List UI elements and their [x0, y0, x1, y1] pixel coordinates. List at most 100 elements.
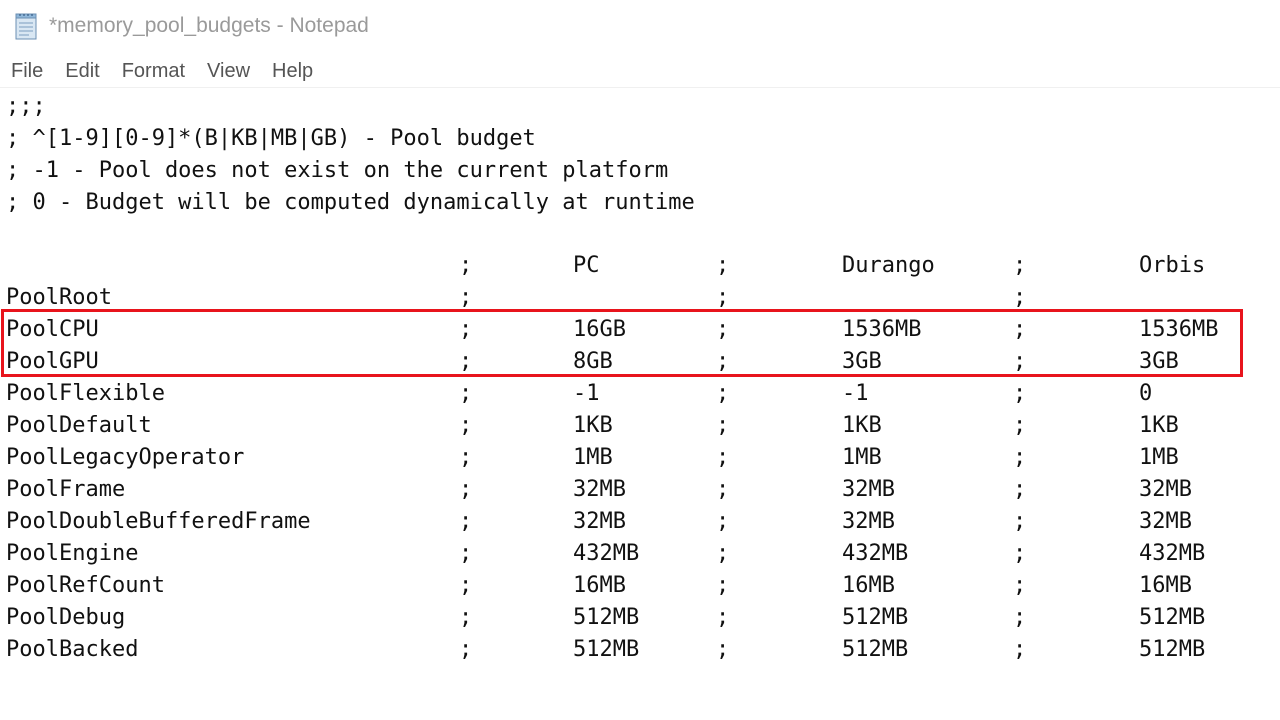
pool-name: PoolDefault: [6, 413, 152, 438]
table-row: PoolDoubleBufferedFrame; 32MB; 32MB; 32MB: [0, 506, 1280, 538]
pc-budget: 512MB: [573, 637, 640, 662]
pc-budget: 432MB: [573, 541, 640, 566]
durango-budget: 512MB: [842, 605, 909, 630]
separator: ;: [716, 637, 730, 662]
menu-view[interactable]: View: [196, 56, 261, 86]
separator: ;: [459, 253, 473, 278]
orbis-budget: 1MB: [1139, 445, 1179, 470]
pool-name: PoolRoot: [6, 285, 112, 310]
separator: ;: [716, 445, 730, 470]
menu-help[interactable]: Help: [261, 56, 324, 86]
table-row: PoolRefCount; 16MB; 16MB; 16MB: [0, 570, 1280, 602]
separator: ;: [716, 317, 730, 342]
separator: ;: [1013, 349, 1027, 374]
orbis-budget: 32MB: [1139, 477, 1192, 502]
orbis-budget: 0: [1139, 381, 1153, 406]
separator: ;: [459, 349, 473, 374]
orbis-budget: 1KB: [1139, 413, 1179, 438]
durango-budget: -1: [842, 381, 869, 406]
pool-name: PoolDoubleBufferedFrame: [6, 509, 311, 534]
separator: ;: [459, 477, 473, 502]
separator: ;: [1013, 605, 1027, 630]
notepad-icon: [15, 13, 37, 40]
orbis-budget: 512MB: [1139, 605, 1206, 630]
pc-budget: 32MB: [573, 477, 626, 502]
durango-budget: 3GB: [842, 349, 882, 374]
table-row: PoolFrame; 32MB; 32MB; 32MB: [0, 474, 1280, 506]
separator: ;: [1013, 413, 1027, 438]
durango-budget: 16MB: [842, 573, 895, 598]
pool-name: PoolRefCount: [6, 573, 165, 598]
separator: ;: [459, 509, 473, 534]
separator: ;: [459, 541, 473, 566]
separator: ;: [716, 477, 730, 502]
orbis-budget: 32MB: [1139, 509, 1192, 534]
header-durango: Durango: [842, 253, 935, 278]
separator: ;: [716, 573, 730, 598]
separator: ;: [1013, 445, 1027, 470]
table-row: PoolFlexible; -1; -1; 0: [0, 378, 1280, 410]
orbis-budget: 512MB: [1139, 637, 1206, 662]
separator: ;: [1013, 541, 1027, 566]
separator: ;: [459, 573, 473, 598]
separator: ;: [1013, 573, 1027, 598]
table-row: PoolLegacyOperator; 1MB; 1MB; 1MB: [0, 442, 1280, 474]
comment-line: ; 0 - Budget will be computed dynamicall…: [6, 190, 695, 215]
orbis-budget: 3GB: [1139, 349, 1179, 374]
pool-name: PoolFrame: [6, 477, 126, 502]
separator: ;: [716, 349, 730, 374]
table-row: PoolBacked; 512MB; 512MB; 512MB: [0, 634, 1280, 666]
menu-edit[interactable]: Edit: [54, 56, 110, 86]
separator: ;: [459, 637, 473, 662]
orbis-budget: 16MB: [1139, 573, 1192, 598]
separator: ;: [459, 285, 473, 310]
separator: ;: [1013, 253, 1027, 278]
menu-format[interactable]: Format: [111, 56, 196, 86]
comment-line: ; -1 - Pool does not exist on the curren…: [6, 158, 669, 183]
pc-budget: 16GB: [573, 317, 626, 342]
pc-budget: 16MB: [573, 573, 626, 598]
table-row: PoolCPU; 16GB; 1536MB; 1536MB: [0, 314, 1280, 346]
separator: ;: [459, 445, 473, 470]
separator: ;: [716, 285, 730, 310]
pool-name: PoolDebug: [6, 605, 126, 630]
separator: ;: [1013, 381, 1027, 406]
table-row: PoolGPU; 8GB; 3GB; 3GB: [0, 346, 1280, 378]
separator: ;: [459, 605, 473, 630]
durango-budget: 1536MB: [842, 317, 922, 342]
orbis-budget: 432MB: [1139, 541, 1206, 566]
pc-budget: -1: [573, 381, 600, 406]
durango-budget: 1KB: [842, 413, 882, 438]
header-orbis: Orbis: [1139, 253, 1206, 278]
comment-line: ; ^[1-9][0-9]*(B|KB|MB|GB) - Pool budget: [6, 126, 536, 151]
durango-budget: 512MB: [842, 637, 909, 662]
separator: ;: [1013, 317, 1027, 342]
separator: ;: [459, 317, 473, 342]
separator: ;: [716, 541, 730, 566]
separator: ;: [1013, 285, 1027, 310]
pool-name: PoolGPU: [6, 349, 99, 374]
window-title: *memory_pool_budgets - Notepad: [49, 14, 369, 37]
menu-bar: File Edit Format View Help: [0, 55, 1280, 88]
table-header-row: ; PC ; Durango ; Orbis: [0, 250, 1280, 282]
separator: ;: [716, 413, 730, 438]
menu-file[interactable]: File: [0, 56, 54, 86]
pc-budget: 8GB: [573, 349, 613, 374]
pool-name: PoolLegacyOperator: [6, 445, 245, 470]
table-row: PoolDefault; 1KB; 1KB; 1KB: [0, 410, 1280, 442]
text-editor-area[interactable]: ;;; ; ^[1-9][0-9]*(B|KB|MB|GB) - Pool bu…: [0, 90, 1280, 720]
header-pc: PC: [573, 253, 600, 278]
separator: ;: [716, 509, 730, 534]
comment-line: ;;;: [6, 94, 46, 119]
pc-budget: 1MB: [573, 445, 613, 470]
pool-name: PoolBacked: [6, 637, 139, 662]
orbis-budget: 1536MB: [1139, 317, 1219, 342]
pool-name: PoolFlexible: [6, 381, 165, 406]
notepad-window: *memory_pool_budgets - Notepad File Edit…: [0, 0, 1280, 720]
durango-budget: 32MB: [842, 477, 895, 502]
pool-name: PoolCPU: [6, 317, 99, 342]
durango-budget: 32MB: [842, 509, 895, 534]
pc-budget: 512MB: [573, 605, 640, 630]
separator: ;: [716, 253, 730, 278]
separator: ;: [459, 381, 473, 406]
